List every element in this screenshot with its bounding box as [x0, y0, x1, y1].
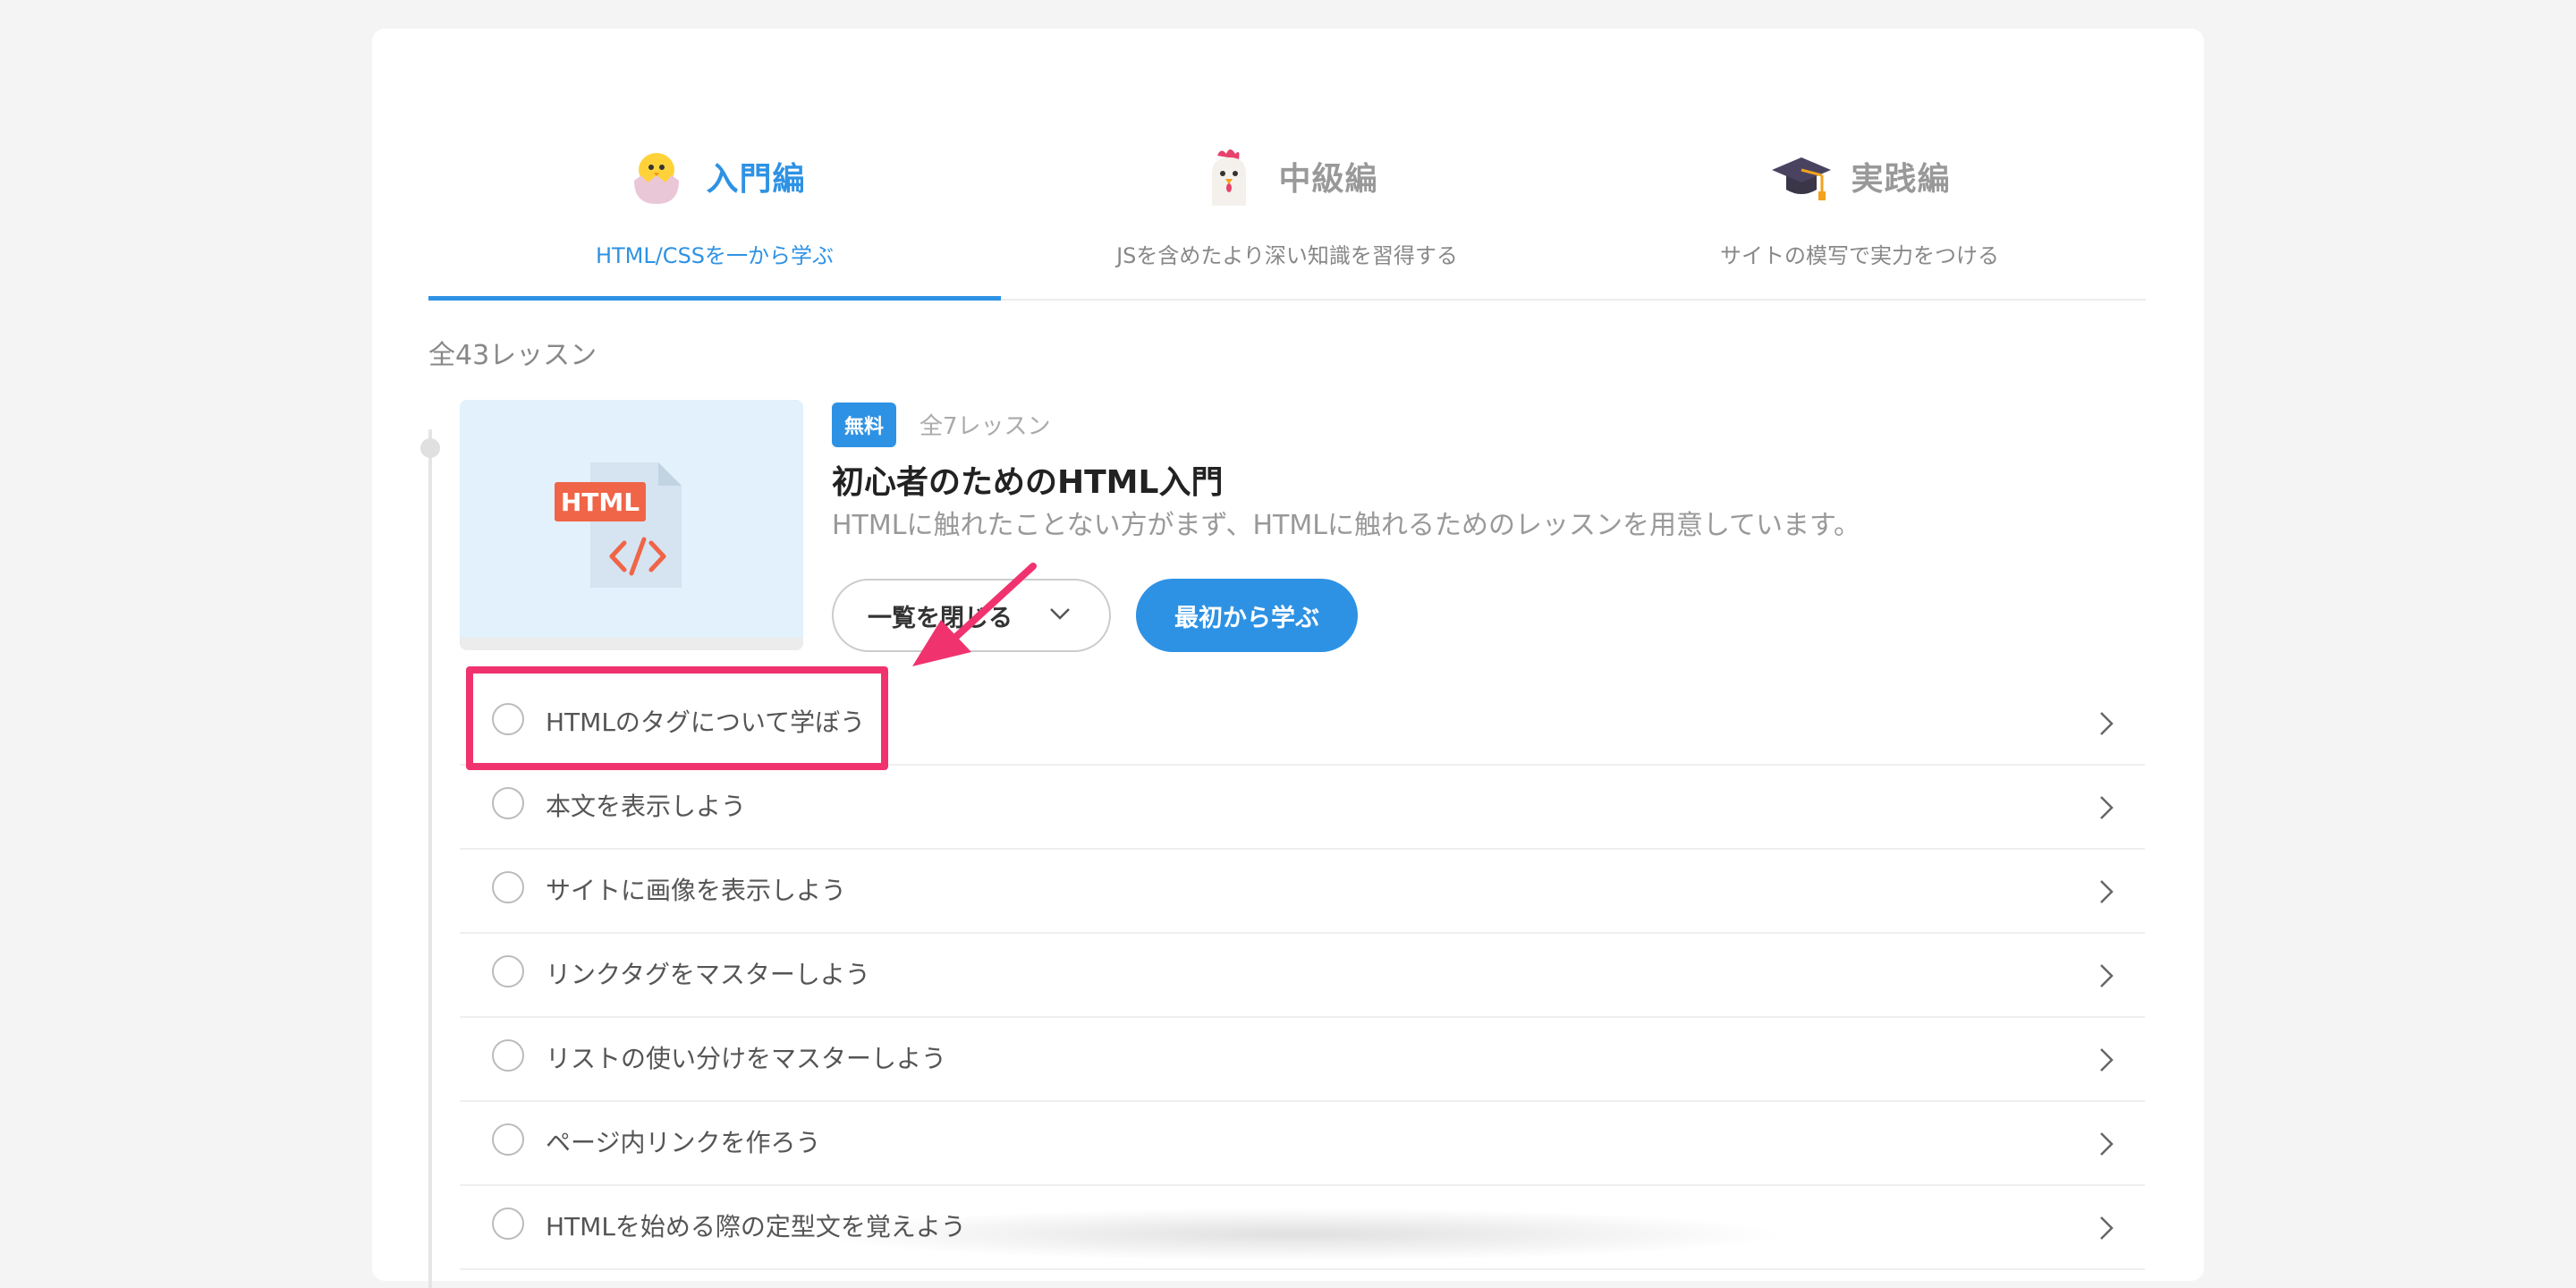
chevron-right-icon — [2100, 712, 2114, 735]
lesson-status-circle — [492, 787, 524, 819]
chick-icon — [634, 153, 680, 204]
lesson-title: リンクタグをマスターしよう — [546, 960, 870, 989]
tab-title: 入門編 — [706, 161, 806, 198]
tab-title: 実践編 — [1851, 161, 1951, 198]
toggle-lesson-list-label: 一覧を閉じる — [868, 604, 1013, 632]
lesson-title: サイトに画像を表示しよう — [546, 876, 847, 905]
start-from-beginning-button[interactable]: 最初から学ぶ — [1136, 579, 1358, 652]
chevron-right-icon — [2100, 796, 2114, 819]
lesson-title: 本文を表示しよう — [546, 792, 747, 821]
lesson-item[interactable]: リンクタグをマスターしよう — [460, 934, 2145, 1018]
graduation-cap-icon — [1772, 157, 1832, 200]
course-lesson-count: 全7レッスン — [919, 413, 1051, 440]
course-card: 入門編 HTML/CSSを一から学ぶ 中級編 JSを含めたより深い知識を習得する — [372, 29, 2204, 1288]
tab-subtitle: サイトの模写で実力をつける — [1720, 243, 1999, 268]
lesson-status-circle — [492, 1123, 524, 1156]
lesson-list: HTMLのタグについて学ぼう 本文を表示しよう サイトに画像を表示しよう リンク… — [460, 682, 2145, 1270]
chicken-icon — [1212, 149, 1247, 206]
lesson-status-circle — [492, 703, 524, 735]
html-file-icon: HTML — [555, 462, 682, 588]
chevron-right-icon — [2100, 1132, 2114, 1156]
lesson-status-circle — [492, 1208, 524, 1240]
lesson-item[interactable]: HTMLのタグについて学ぼう — [460, 682, 2145, 766]
lesson-item[interactable]: HTMLを始める際の定型文を覚えよう — [460, 1186, 2145, 1270]
chevron-right-icon — [2100, 1216, 2114, 1240]
chevron-right-icon — [2100, 964, 2114, 987]
chevron-right-icon — [2100, 880, 2114, 903]
lesson-item[interactable]: ページ内リンクを作ろう — [460, 1102, 2145, 1186]
lesson-title: HTMLを始める際の定型文を覚えよう — [546, 1212, 966, 1241]
lesson-title: リストの使い分けをマスターしよう — [546, 1044, 947, 1073]
lesson-status-circle — [492, 955, 524, 987]
tab-subtitle: HTML/CSSを一から学ぶ — [595, 243, 835, 268]
free-badge: 無料 — [832, 402, 897, 447]
tab-practice[interactable]: 実践編 サイトの模写で実力をつける — [1573, 114, 2146, 299]
timeline-line — [428, 429, 432, 1288]
lesson-status-circle — [492, 1039, 524, 1072]
chevron-right-icon — [2100, 1048, 2114, 1072]
tab-intermediate[interactable]: 中級編 JSを含めたより深い知識を習得する — [1001, 114, 1573, 299]
thumbnail-label: HTML — [561, 487, 640, 517]
course-description: HTMLに触れたことない方がまず、HTMLに触れるためのレッスンを用意しています… — [832, 510, 1861, 541]
course-thumbnail[interactable]: HTML — [460, 400, 803, 650]
chevron-down-icon — [1050, 608, 1070, 620]
lesson-item[interactable]: リストの使い分けをマスターしよう — [460, 1018, 2145, 1102]
timeline-dot — [420, 438, 440, 458]
lesson-title: HTMLのタグについて学ぼう — [546, 708, 866, 737]
level-tabs: 入門編 HTML/CSSを一から学ぶ 中級編 JSを含めたより深い知識を習得する — [428, 114, 2146, 301]
lesson-item[interactable]: 本文を表示しよう — [460, 766, 2145, 850]
tab-beginner[interactable]: 入門編 HTML/CSSを一から学ぶ — [428, 114, 1001, 301]
lesson-title: ページ内リンクを作ろう — [546, 1128, 821, 1157]
tab-title: 中級編 — [1278, 161, 1378, 198]
total-lessons: 全43レッスン — [428, 340, 597, 371]
tab-subtitle: JSを含めたより深い知識を習得する — [1116, 243, 1458, 268]
course-title: 初心者のためのHTML入門 — [832, 464, 1224, 501]
toggle-lesson-list-button[interactable]: 一覧を閉じる — [832, 579, 1111, 652]
lesson-item[interactable]: サイトに画像を表示しよう — [460, 850, 2145, 934]
lesson-status-circle — [492, 871, 524, 903]
